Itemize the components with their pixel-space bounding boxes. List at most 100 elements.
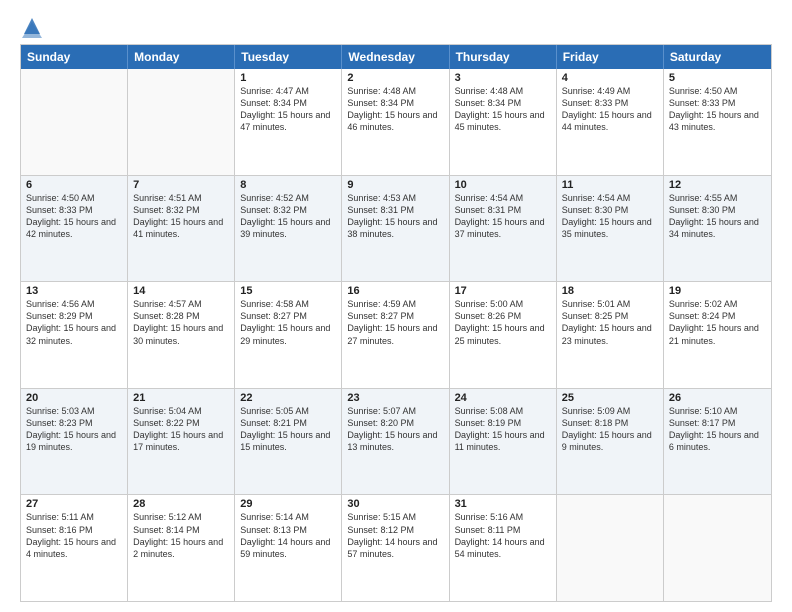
cell-details: Sunrise: 5:08 AM Sunset: 8:19 PM Dayligh… (455, 405, 551, 454)
cal-cell-4-4: 23Sunrise: 5:07 AM Sunset: 8:20 PM Dayli… (342, 389, 449, 495)
cal-header-tuesday: Tuesday (235, 45, 342, 69)
cal-cell-3-5: 17Sunrise: 5:00 AM Sunset: 8:26 PM Dayli… (450, 282, 557, 388)
day-number: 29 (240, 498, 336, 510)
day-number: 8 (240, 179, 336, 191)
cell-details: Sunrise: 4:47 AM Sunset: 8:34 PM Dayligh… (240, 85, 336, 134)
cal-cell-2-1: 6Sunrise: 4:50 AM Sunset: 8:33 PM Daylig… (21, 176, 128, 282)
cell-details: Sunrise: 4:56 AM Sunset: 8:29 PM Dayligh… (26, 298, 122, 347)
cal-cell-2-4: 9Sunrise: 4:53 AM Sunset: 8:31 PM Daylig… (342, 176, 449, 282)
cal-cell-4-7: 26Sunrise: 5:10 AM Sunset: 8:17 PM Dayli… (664, 389, 771, 495)
day-number: 16 (347, 285, 443, 297)
cell-details: Sunrise: 4:50 AM Sunset: 8:33 PM Dayligh… (669, 85, 766, 134)
day-number: 7 (133, 179, 229, 191)
cell-details: Sunrise: 5:11 AM Sunset: 8:16 PM Dayligh… (26, 511, 122, 560)
cal-cell-5-1: 27Sunrise: 5:11 AM Sunset: 8:16 PM Dayli… (21, 495, 128, 601)
cal-cell-1-4: 2Sunrise: 4:48 AM Sunset: 8:34 PM Daylig… (342, 69, 449, 175)
cal-cell-5-7 (664, 495, 771, 601)
cal-header-monday: Monday (128, 45, 235, 69)
cal-week-1: 1Sunrise: 4:47 AM Sunset: 8:34 PM Daylig… (21, 69, 771, 176)
cal-header-friday: Friday (557, 45, 664, 69)
cell-details: Sunrise: 4:53 AM Sunset: 8:31 PM Dayligh… (347, 192, 443, 241)
cal-cell-5-6 (557, 495, 664, 601)
cell-details: Sunrise: 4:55 AM Sunset: 8:30 PM Dayligh… (669, 192, 766, 241)
cell-details: Sunrise: 5:15 AM Sunset: 8:12 PM Dayligh… (347, 511, 443, 560)
cell-details: Sunrise: 4:59 AM Sunset: 8:27 PM Dayligh… (347, 298, 443, 347)
day-number: 28 (133, 498, 229, 510)
cal-cell-5-2: 28Sunrise: 5:12 AM Sunset: 8:14 PM Dayli… (128, 495, 235, 601)
cal-cell-4-2: 21Sunrise: 5:04 AM Sunset: 8:22 PM Dayli… (128, 389, 235, 495)
cal-week-5: 27Sunrise: 5:11 AM Sunset: 8:16 PM Dayli… (21, 495, 771, 601)
cell-details: Sunrise: 4:52 AM Sunset: 8:32 PM Dayligh… (240, 192, 336, 241)
day-number: 26 (669, 392, 766, 404)
cell-details: Sunrise: 5:05 AM Sunset: 8:21 PM Dayligh… (240, 405, 336, 454)
day-number: 18 (562, 285, 658, 297)
day-number: 4 (562, 72, 658, 84)
calendar: SundayMondayTuesdayWednesdayThursdayFrid… (20, 44, 772, 602)
day-number: 17 (455, 285, 551, 297)
cell-details: Sunrise: 5:07 AM Sunset: 8:20 PM Dayligh… (347, 405, 443, 454)
day-number: 31 (455, 498, 551, 510)
cal-cell-4-1: 20Sunrise: 5:03 AM Sunset: 8:23 PM Dayli… (21, 389, 128, 495)
cal-cell-1-2 (128, 69, 235, 175)
page: SundayMondayTuesdayWednesdayThursdayFrid… (0, 0, 792, 612)
cal-header-thursday: Thursday (450, 45, 557, 69)
day-number: 2 (347, 72, 443, 84)
day-number: 14 (133, 285, 229, 297)
cell-details: Sunrise: 5:03 AM Sunset: 8:23 PM Dayligh… (26, 405, 122, 454)
day-number: 12 (669, 179, 766, 191)
logo (20, 16, 42, 34)
cal-cell-3-7: 19Sunrise: 5:02 AM Sunset: 8:24 PM Dayli… (664, 282, 771, 388)
cell-details: Sunrise: 5:09 AM Sunset: 8:18 PM Dayligh… (562, 405, 658, 454)
day-number: 19 (669, 285, 766, 297)
cell-details: Sunrise: 4:51 AM Sunset: 8:32 PM Dayligh… (133, 192, 229, 241)
cal-week-3: 13Sunrise: 4:56 AM Sunset: 8:29 PM Dayli… (21, 282, 771, 389)
day-number: 27 (26, 498, 122, 510)
cell-details: Sunrise: 5:12 AM Sunset: 8:14 PM Dayligh… (133, 511, 229, 560)
cell-details: Sunrise: 5:16 AM Sunset: 8:11 PM Dayligh… (455, 511, 551, 560)
day-number: 21 (133, 392, 229, 404)
cal-cell-2-2: 7Sunrise: 4:51 AM Sunset: 8:32 PM Daylig… (128, 176, 235, 282)
cal-cell-2-5: 10Sunrise: 4:54 AM Sunset: 8:31 PM Dayli… (450, 176, 557, 282)
cal-cell-3-3: 15Sunrise: 4:58 AM Sunset: 8:27 PM Dayli… (235, 282, 342, 388)
cal-cell-1-1 (21, 69, 128, 175)
cell-details: Sunrise: 4:49 AM Sunset: 8:33 PM Dayligh… (562, 85, 658, 134)
cal-cell-2-6: 11Sunrise: 4:54 AM Sunset: 8:30 PM Dayli… (557, 176, 664, 282)
cal-cell-3-1: 13Sunrise: 4:56 AM Sunset: 8:29 PM Dayli… (21, 282, 128, 388)
header (20, 16, 772, 34)
day-number: 25 (562, 392, 658, 404)
cell-details: Sunrise: 5:10 AM Sunset: 8:17 PM Dayligh… (669, 405, 766, 454)
cal-cell-3-6: 18Sunrise: 5:01 AM Sunset: 8:25 PM Dayli… (557, 282, 664, 388)
cell-details: Sunrise: 4:48 AM Sunset: 8:34 PM Dayligh… (347, 85, 443, 134)
cal-cell-1-6: 4Sunrise: 4:49 AM Sunset: 8:33 PM Daylig… (557, 69, 664, 175)
day-number: 13 (26, 285, 122, 297)
cal-cell-5-3: 29Sunrise: 5:14 AM Sunset: 8:13 PM Dayli… (235, 495, 342, 601)
day-number: 10 (455, 179, 551, 191)
cell-details: Sunrise: 4:58 AM Sunset: 8:27 PM Dayligh… (240, 298, 336, 347)
day-number: 11 (562, 179, 658, 191)
day-number: 6 (26, 179, 122, 191)
cal-cell-3-4: 16Sunrise: 4:59 AM Sunset: 8:27 PM Dayli… (342, 282, 449, 388)
calendar-body: 1Sunrise: 4:47 AM Sunset: 8:34 PM Daylig… (21, 69, 771, 601)
calendar-header: SundayMondayTuesdayWednesdayThursdayFrid… (21, 45, 771, 69)
cal-cell-1-3: 1Sunrise: 4:47 AM Sunset: 8:34 PM Daylig… (235, 69, 342, 175)
cal-header-sunday: Sunday (21, 45, 128, 69)
cal-week-4: 20Sunrise: 5:03 AM Sunset: 8:23 PM Dayli… (21, 389, 771, 496)
day-number: 9 (347, 179, 443, 191)
cal-cell-2-7: 12Sunrise: 4:55 AM Sunset: 8:30 PM Dayli… (664, 176, 771, 282)
cell-details: Sunrise: 5:04 AM Sunset: 8:22 PM Dayligh… (133, 405, 229, 454)
day-number: 24 (455, 392, 551, 404)
cell-details: Sunrise: 5:00 AM Sunset: 8:26 PM Dayligh… (455, 298, 551, 347)
cal-header-wednesday: Wednesday (342, 45, 449, 69)
cell-details: Sunrise: 4:50 AM Sunset: 8:33 PM Dayligh… (26, 192, 122, 241)
cal-cell-1-5: 3Sunrise: 4:48 AM Sunset: 8:34 PM Daylig… (450, 69, 557, 175)
cal-cell-5-5: 31Sunrise: 5:16 AM Sunset: 8:11 PM Dayli… (450, 495, 557, 601)
day-number: 3 (455, 72, 551, 84)
cell-details: Sunrise: 5:01 AM Sunset: 8:25 PM Dayligh… (562, 298, 658, 347)
cell-details: Sunrise: 4:54 AM Sunset: 8:30 PM Dayligh… (562, 192, 658, 241)
logo-icon (22, 16, 42, 38)
cal-cell-5-4: 30Sunrise: 5:15 AM Sunset: 8:12 PM Dayli… (342, 495, 449, 601)
day-number: 15 (240, 285, 336, 297)
cal-cell-2-3: 8Sunrise: 4:52 AM Sunset: 8:32 PM Daylig… (235, 176, 342, 282)
day-number: 22 (240, 392, 336, 404)
cell-details: Sunrise: 5:14 AM Sunset: 8:13 PM Dayligh… (240, 511, 336, 560)
